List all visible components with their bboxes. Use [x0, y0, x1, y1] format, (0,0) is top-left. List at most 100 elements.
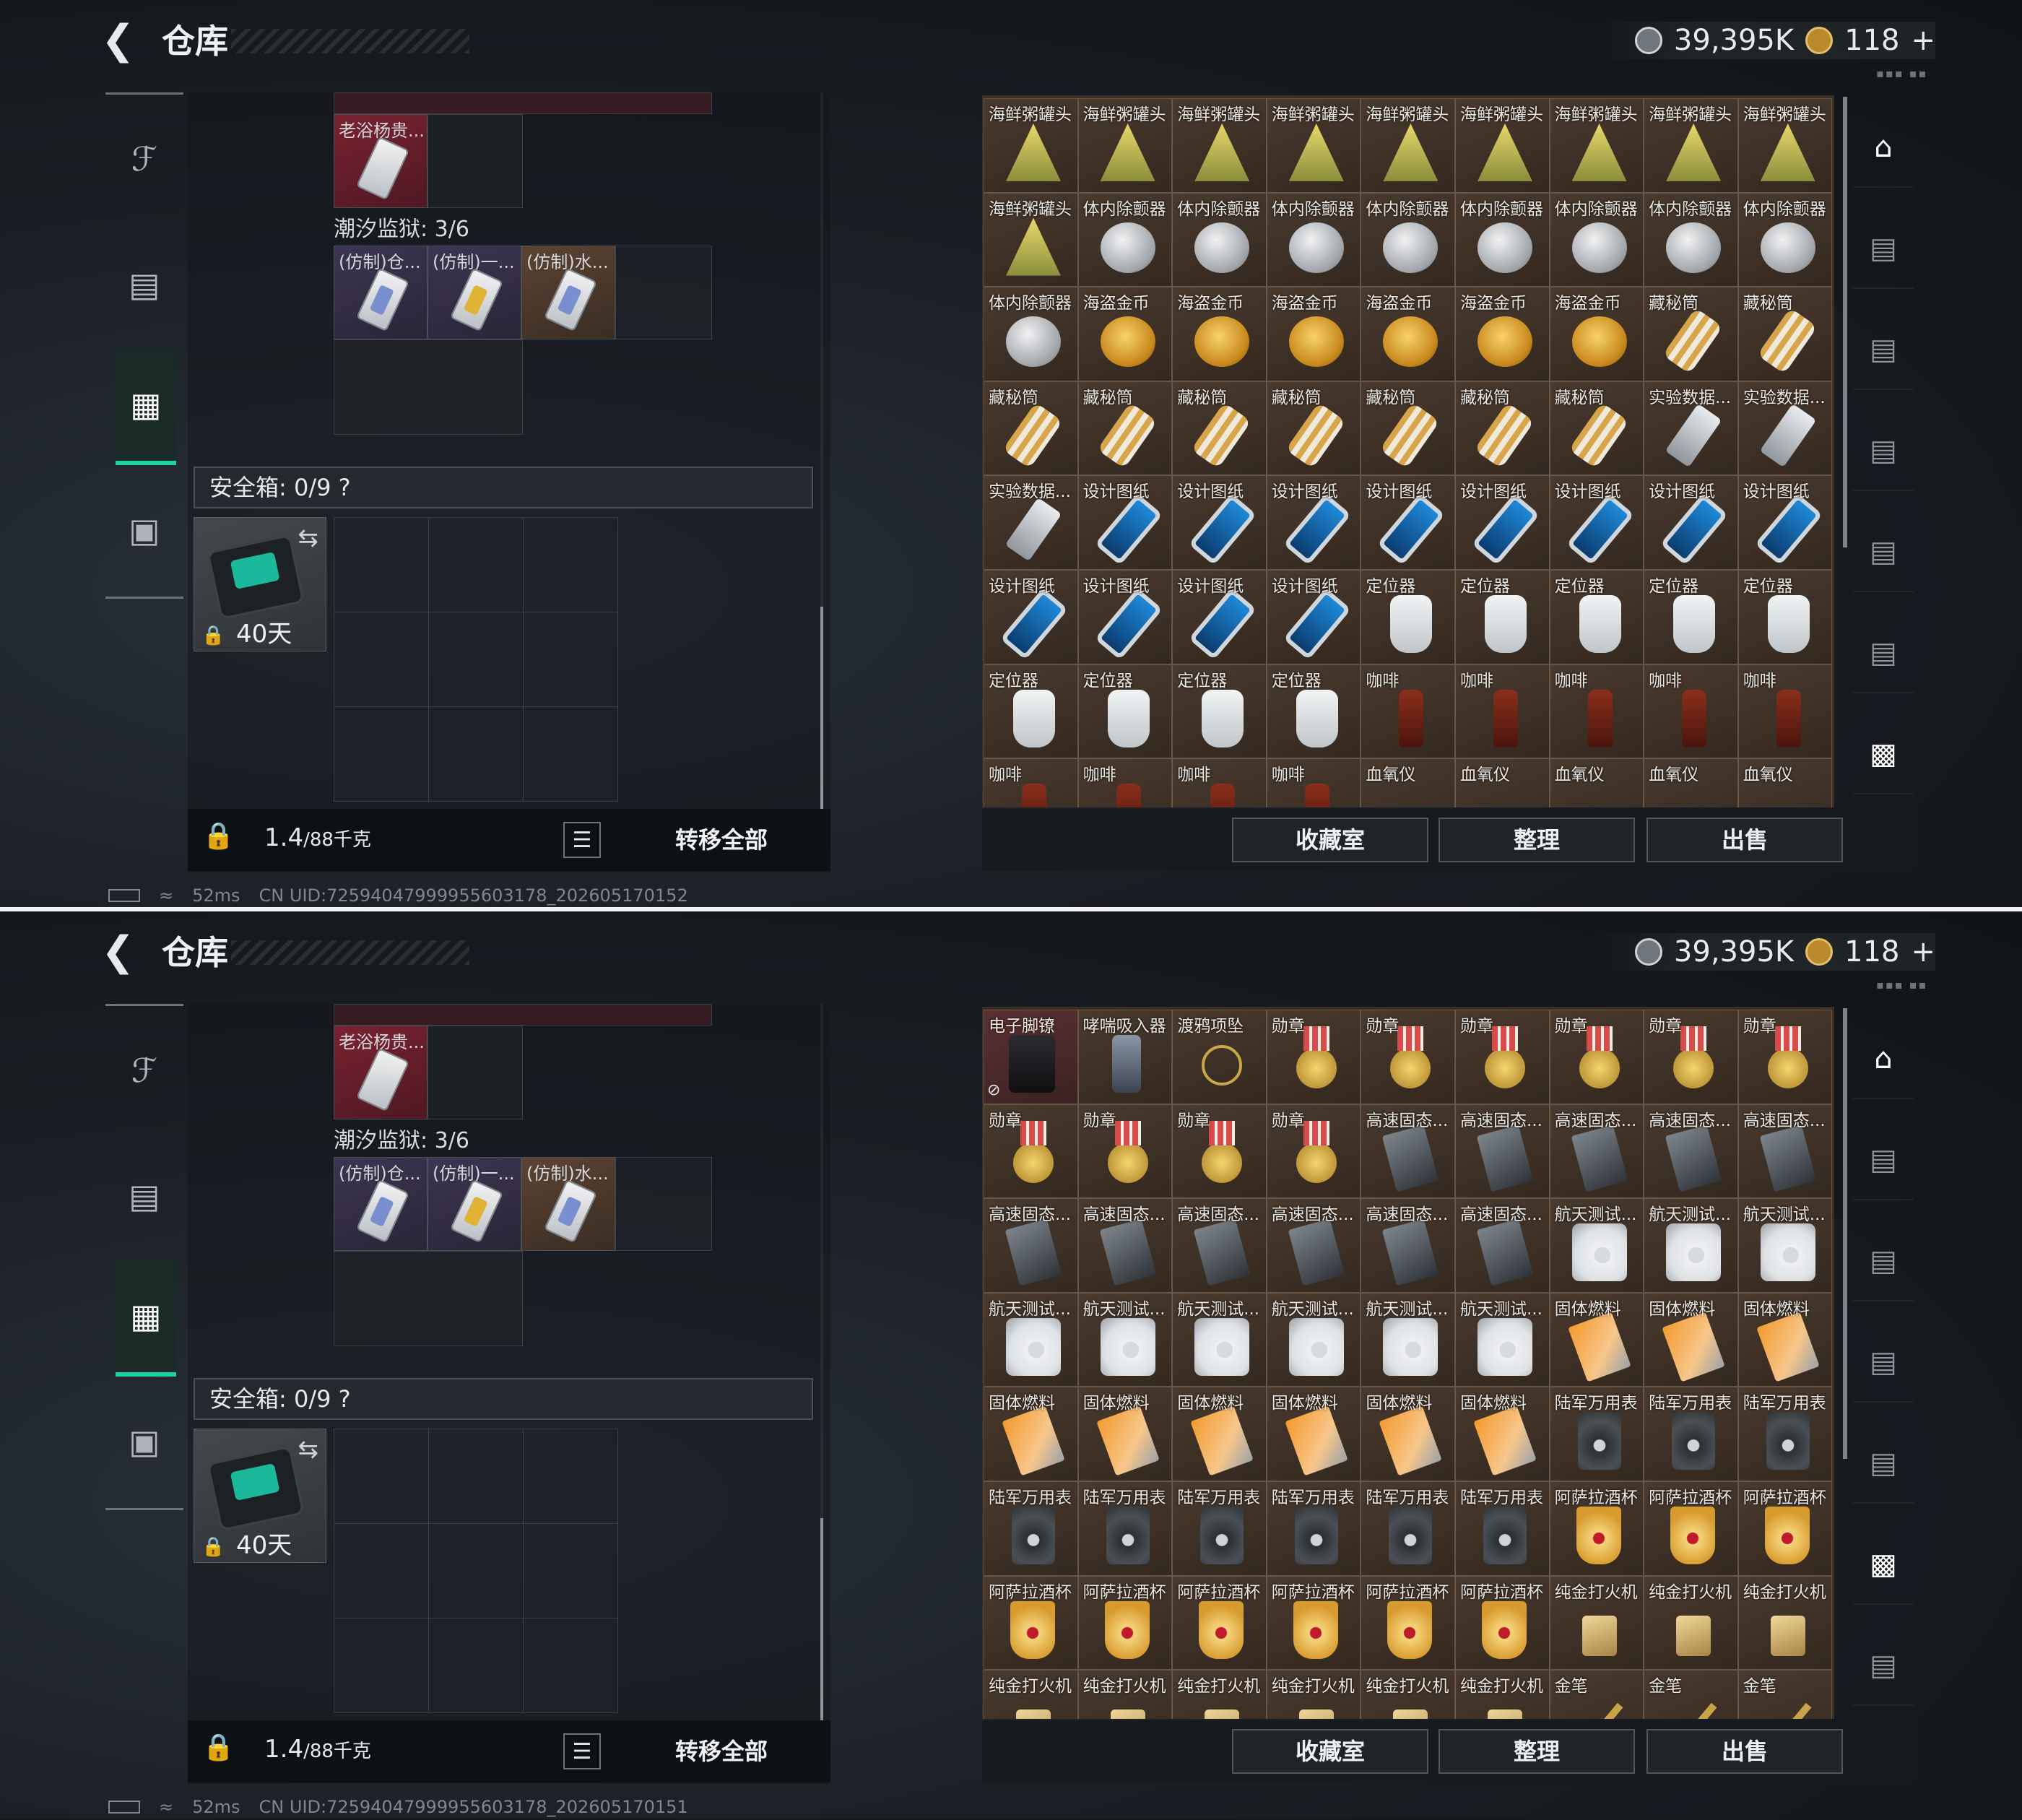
swap-icon[interactable]: ⇆ [298, 1435, 319, 1464]
stash-item-slot[interactable]: 咖啡 [1644, 664, 1738, 759]
stash-item-slot[interactable]: 高速固态... [984, 1198, 1078, 1293]
stash-item-slot[interactable]: 纯金打火机 [1737, 1575, 1833, 1670]
stash-item-slot[interactable]: 纯金打火机 [1644, 1575, 1738, 1670]
left-scroll-thumb[interactable] [820, 607, 823, 809]
stash-item-slot[interactable]: 纯金打火机 [1549, 1575, 1644, 1670]
stash-item-slot[interactable]: 海盗金币 [1172, 287, 1267, 381]
sell-button[interactable]: 出售 [1646, 818, 1843, 862]
stash-tab-5-icon[interactable]: ▤ [1853, 614, 1914, 693]
stash-item-slot[interactable]: 固体燃料 [1361, 1387, 1455, 1481]
stash-item-slot[interactable]: 航天测试... [1737, 1198, 1833, 1293]
list-icon[interactable]: ☰ [563, 1733, 601, 1769]
stash-item-slot[interactable]: 海盗金币 [1454, 287, 1550, 381]
empty-slot[interactable] [615, 246, 712, 339]
stash-item-slot[interactable]: 阿萨拉酒杯 [984, 1575, 1078, 1670]
stash-item-slot[interactable]: 咖啡 [1454, 664, 1550, 759]
stash-item-slot[interactable]: 咖啡 [1549, 664, 1644, 759]
stash-item-slot[interactable]: 海鲜粥罐头 [1737, 98, 1833, 193]
top-item[interactable]: 老浴杨贵... [334, 114, 428, 208]
stash-item-slot[interactable]: 藏秘筒 [984, 381, 1078, 476]
stash-item-slot[interactable]: 陆军万用表 [1737, 1387, 1833, 1481]
stash-item-slot[interactable]: 陆军万用表 [1644, 1387, 1738, 1481]
stash-item-slot[interactable]: 设计图纸 [1077, 569, 1173, 664]
stash-item-slot[interactable]: 固体燃料 [1266, 1387, 1361, 1481]
stash-item-slot[interactable]: 阿萨拉酒杯 [1172, 1575, 1267, 1670]
stash-item-slot[interactable]: 设计图纸 [984, 569, 1078, 664]
stash-item-slot[interactable]: 定位器 [1266, 664, 1361, 759]
stash-item-slot[interactable]: 电子脚镣 ⊘ [984, 1010, 1078, 1104]
backpack-icon[interactable]: ▦ [116, 1260, 176, 1377]
stash-scroll-thumb[interactable] [1843, 97, 1847, 547]
stash-item-slot[interactable]: 海鲜粥罐头 [1266, 98, 1361, 193]
stash-item-slot[interactable]: 高速固态... [1361, 1104, 1455, 1199]
stash-item-slot[interactable]: 阿萨拉酒杯 [1737, 1481, 1833, 1576]
stash-item-slot[interactable]: 勋章 [1361, 1010, 1455, 1104]
stash-item-slot[interactable]: 纯金打火机 [1266, 1670, 1361, 1719]
stash-item-slot[interactable]: 设计图纸 [1077, 475, 1173, 570]
stash-item-slot[interactable]: 陆军万用表 [1172, 1481, 1267, 1576]
stash-item-slot[interactable]: 航天测试... [1454, 1292, 1550, 1387]
stash-item-slot[interactable]: 高速固态... [1361, 1198, 1455, 1293]
prison-item[interactable]: (仿制)仓... [334, 1157, 428, 1251]
stash-item-slot[interactable]: 血氧仪 [1549, 758, 1644, 807]
weapon-icon[interactable]: ℱ [116, 130, 173, 188]
stash-item-slot[interactable]: 纯金打火机 [1361, 1670, 1455, 1719]
stash-item-slot[interactable]: 设计图纸 [1172, 475, 1267, 570]
sell-button[interactable]: 出售 [1646, 1729, 1843, 1774]
stash-item-slot[interactable]: 海盗金币 [1077, 287, 1173, 381]
stash-item-slot[interactable]: 高速固态... [1644, 1104, 1738, 1199]
weapon-icon[interactable]: ℱ [116, 1041, 173, 1099]
stash-item-slot[interactable]: 体内除颤器 [1737, 192, 1833, 287]
stash-item-slot[interactable]: 金笔 [1737, 1670, 1833, 1719]
stash-item-slot[interactable]: 咖啡 [1266, 758, 1361, 807]
collection-button[interactable]: 收藏室 [1232, 818, 1428, 862]
stash-tab-4-icon[interactable]: ▤ [1853, 513, 1914, 592]
stash-item-slot[interactable]: 海鲜粥罐头 [1644, 98, 1738, 193]
stash-item-slot[interactable]: 陆军万用表 [984, 1481, 1078, 1576]
stash-item-slot[interactable]: 设计图纸 [1454, 475, 1550, 570]
stash-tab-2-icon[interactable]: ▤ [1853, 1222, 1914, 1301]
stash-item-slot[interactable]: 体内除颤器 [1549, 192, 1644, 287]
stash-item-slot[interactable]: 定位器 [1454, 569, 1550, 664]
stash-item-slot[interactable]: 设计图纸 [1644, 475, 1738, 570]
stash-item-slot[interactable]: 阿萨拉酒杯 [1266, 1575, 1361, 1670]
stash-item-slot[interactable]: 高速固态... [1077, 1198, 1173, 1293]
stash-item-slot[interactable]: 勋章 [1266, 1010, 1361, 1104]
stash-item-slot[interactable]: 藏秘筒 [1266, 381, 1361, 476]
stash-item-slot[interactable]: 航天测试... [1549, 1198, 1644, 1293]
stash-item-slot[interactable]: 勋章 [1172, 1104, 1267, 1199]
lock-icon[interactable]: 🔒 [202, 820, 238, 857]
stash-item-slot[interactable]: 海鲜粥罐头 [1361, 98, 1455, 193]
stash-item-slot[interactable]: 设计图纸 [1266, 569, 1361, 664]
stash-item-slot[interactable]: 体内除颤器 [1361, 192, 1455, 287]
stash-item-slot[interactable]: 藏秘筒 [1549, 381, 1644, 476]
stash-item-slot[interactable]: 金笔 [1549, 1670, 1644, 1719]
stash-item-slot[interactable]: 纯金打火机 [1454, 1670, 1550, 1719]
stash-item-slot[interactable]: 固体燃料 [1172, 1387, 1267, 1481]
empty-slot[interactable] [334, 339, 523, 435]
stash-item-slot[interactable]: 固体燃料 [1454, 1387, 1550, 1481]
stash-item-slot[interactable]: 海盗金币 [1266, 287, 1361, 381]
stash-item-slot[interactable]: 设计图纸 [1266, 475, 1361, 570]
stash-item-slot[interactable]: 咖啡 [1172, 758, 1267, 807]
stash-item-slot[interactable]: 体内除颤器 [1077, 192, 1173, 287]
stash-item-slot[interactable]: 藏秘筒 [1172, 381, 1267, 476]
stash-item-slot[interactable]: 设计图纸 [1737, 475, 1833, 570]
briefcase-icon[interactable]: ▣ [116, 1413, 173, 1470]
stash-item-slot[interactable]: 设计图纸 [1172, 569, 1267, 664]
stash-tab-4-icon[interactable]: ▤ [1853, 1424, 1914, 1504]
stash-item-slot[interactable]: 定位器 [984, 664, 1078, 759]
top-item[interactable]: 老浴杨贵... [334, 1026, 428, 1119]
stash-item-slot[interactable]: 定位器 [1361, 569, 1455, 664]
safebox-grid[interactable] [334, 1429, 618, 1713]
swap-icon[interactable]: ⇆ [298, 524, 319, 552]
stash-item-slot[interactable]: 海盗金币 [1549, 287, 1644, 381]
stash-item-slot[interactable]: 固体燃料 [984, 1387, 1078, 1481]
stash-item-slot[interactable]: 血氧仪 [1644, 758, 1738, 807]
stash-item-slot[interactable]: 陆军万用表 [1266, 1481, 1361, 1576]
stash-tab-1-icon[interactable]: ▤ [1853, 1121, 1914, 1200]
stash-item-slot[interactable]: 哮喘吸入器 [1077, 1010, 1173, 1104]
stash-item-slot[interactable]: 陆军万用表 [1361, 1481, 1455, 1576]
back-arrow-icon[interactable]: ❮ [101, 19, 144, 62]
stash-tab-6-icon[interactable]: ▩ [1853, 715, 1914, 794]
